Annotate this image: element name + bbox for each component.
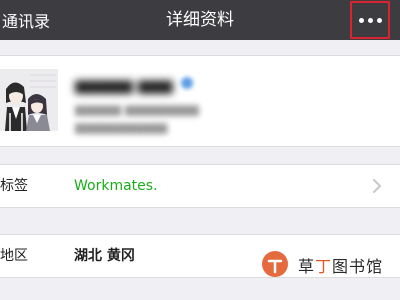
back-button[interactable]: 通讯录 bbox=[0, 0, 50, 40]
region-row: 地区 湖北 黄冈 bbox=[0, 234, 400, 278]
profile-name-blurred: ▆▆▆▆▆ ▆▆▆ bbox=[75, 76, 173, 94]
contact-detail-screen: 通讯录 详细资料 ▆▆▆▆▆ ▆▆▆ ▆▆▆▆▆ ▆▆▆▆▆▆▆▆ ▆▆▆▆▆▆… bbox=[0, 0, 400, 300]
more-options-button[interactable] bbox=[350, 1, 390, 39]
profile-id-blurred: ▆▆▆▆▆ ▆▆▆▆▆▆▆▆ bbox=[75, 102, 199, 116]
tags-value: Workmates. bbox=[74, 178, 158, 194]
back-button-label: 通讯录 bbox=[2, 12, 51, 31]
region-label: 地区 bbox=[0, 248, 28, 264]
tags-label: 标签 bbox=[0, 178, 28, 194]
navigation-bar: 通讯录 详细资料 bbox=[0, 0, 400, 40]
chevron-right-icon bbox=[373, 179, 381, 193]
profile-card[interactable]: ▆▆▆▆▆ ▆▆▆ ▆▆▆▆▆ ▆▆▆▆▆▆▆▆ ▆▆▆▆▆▆▆▆▆▆ bbox=[0, 55, 400, 147]
more-dots-icon bbox=[358, 17, 382, 23]
badge-icon bbox=[181, 77, 193, 89]
manga-couple-avatar-icon bbox=[0, 69, 58, 131]
avatar[interactable] bbox=[0, 69, 58, 131]
page-title: 详细资料 bbox=[166, 10, 234, 30]
tags-row[interactable]: 标签 Workmates. bbox=[0, 164, 400, 208]
region-value: 湖北 黄冈 bbox=[74, 248, 135, 264]
profile-nickname-blurred: ▆▆▆▆▆▆▆▆▆▆ bbox=[75, 120, 168, 134]
